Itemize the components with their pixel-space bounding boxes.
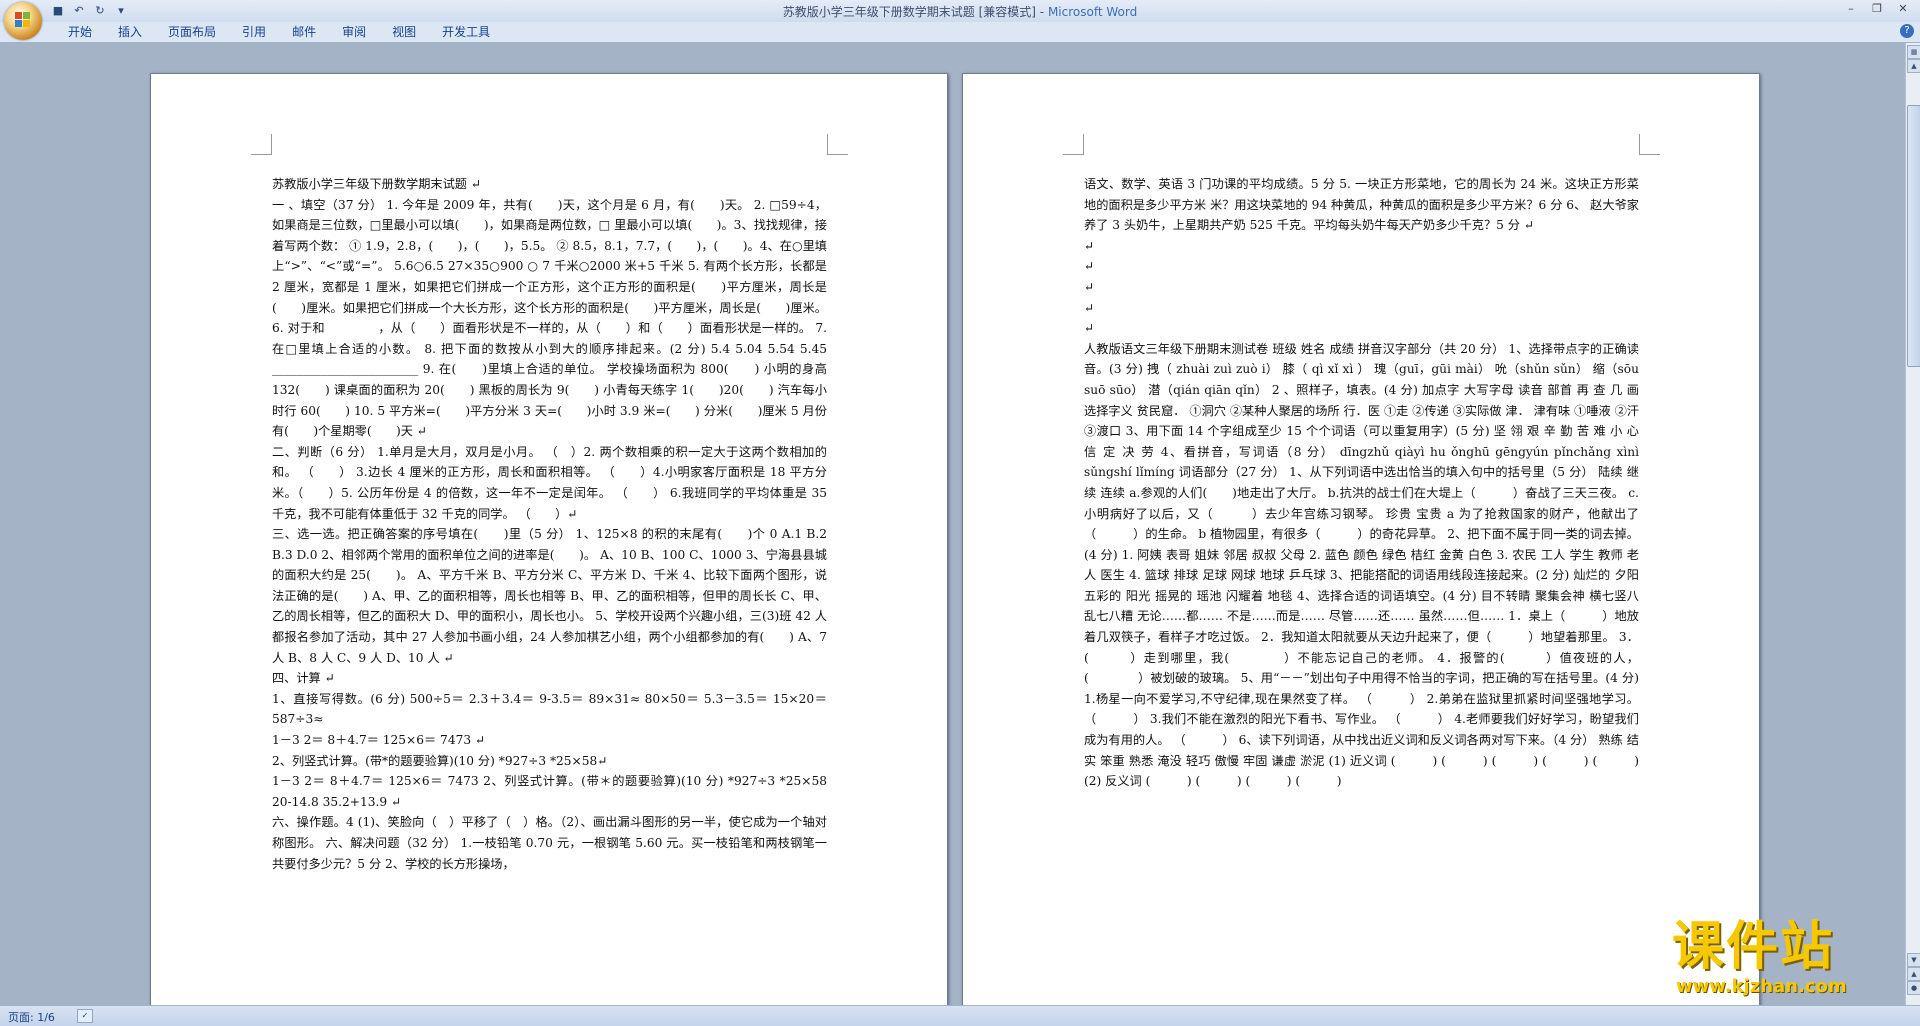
- tab-mailings[interactable]: 邮件: [279, 24, 329, 40]
- office-logo-icon: [15, 12, 31, 28]
- page-1-paragraph: 2、列竖式计算。(带*的题要验算)(10 分) *927÷3 *25×58↵: [272, 753, 608, 768]
- document-workspace: 苏教版小学三年级下册数学期末试题 ↵ 一 、填空（37 分） 1. 今年是 20…: [0, 43, 1906, 1005]
- title-bar: ■ ↶ ↻ ▾ 苏教版小学三年级下册数学期末试题 [兼容模式] - Micros…: [0, 0, 1920, 22]
- margin-corner-mark: [1639, 134, 1660, 155]
- watermark-title: 课件站: [1672, 917, 1835, 977]
- tab-review[interactable]: 审阅: [329, 24, 379, 40]
- help-icon[interactable]: ?: [1900, 24, 1914, 38]
- scroll-up-icon[interactable]: ▲: [1907, 59, 1920, 73]
- site-watermark: 课件站 www.kjzhan.com: [1672, 918, 1917, 1002]
- close-icon[interactable]: ✕: [1890, 0, 1916, 18]
- page-1-paragraph: 1－3 2＝ 8＋4.7＝ 125×6＝ 7473 2、列竖式计算。(带＊的题要…: [272, 774, 827, 809]
- minimize-icon[interactable]: –: [1838, 0, 1864, 18]
- page-2-paragraph: ↵: [1084, 259, 1095, 274]
- tab-view[interactable]: 视图: [379, 24, 429, 40]
- margin-corner-mark: [1063, 134, 1084, 155]
- page-2-paragraph: 语文、数学、英语 3 门功课的平均成绩。5 分 5. 一块正方形菜地，它的周长为…: [1084, 177, 1639, 233]
- tab-developer[interactable]: 开发工具: [429, 24, 503, 40]
- tab-insert[interactable]: 插入: [105, 24, 155, 40]
- page-2-paragraph: ↵: [1084, 300, 1095, 315]
- page-1-paragraph: 苏教版小学三年级下册数学期末试题 ↵: [272, 177, 482, 191]
- margin-corner-mark: [827, 134, 848, 155]
- page-1-paragraph: 1、直接写得数。(6 分) 500÷5＝ 2.3＋3.4＝ 9-3.5＝ 89×…: [272, 691, 827, 727]
- ribbon-tabs: 开始 插入 页面布局 引用 邮件 审阅 视图 开发工具: [55, 24, 503, 40]
- page-2-paragraph: ↵: [1084, 279, 1095, 294]
- proofing-status-icon[interactable]: ✓: [77, 1009, 93, 1023]
- window-title: 苏教版小学三年级下册数学期末试题 [兼容模式] - Microsoft Word: [0, 3, 1920, 20]
- office-button[interactable]: [4, 2, 42, 40]
- app-name: Microsoft Word: [1047, 5, 1138, 19]
- page-1-paragraph: 1－3 2＝ 8＋4.7＝ 125×6＝ 7473 ↵: [272, 733, 486, 748]
- margin-corner-mark: [251, 134, 272, 155]
- page-indicator[interactable]: 页面: 1/6: [8, 1009, 55, 1025]
- page-1-text[interactable]: 苏教版小学三年级下册数学期末试题 ↵ 一 、填空（37 分） 1. 今年是 20…: [272, 174, 827, 874]
- document-page-2: 语文、数学、英语 3 门功课的平均成绩。5 分 5. 一块正方形菜地，它的周长为…: [962, 73, 1760, 1005]
- watermark-url: www.kjzhan.com: [1676, 976, 1847, 997]
- tab-page-layout[interactable]: 页面布局: [155, 24, 229, 40]
- page-1-paragraph: 三、选一选。把正确答案的序号填在( )里（5 分） 1、125×8 的积的末尾有…: [272, 527, 827, 665]
- status-bar: 页面: 1/6 ✓: [0, 1005, 1920, 1026]
- title-separator: -: [1035, 5, 1048, 19]
- ruler-toggle-icon[interactable]: ▦: [1907, 45, 1920, 59]
- ribbon-tab-row: 开始 插入 页面布局 引用 邮件 审阅 视图 开发工具 ?: [0, 22, 1920, 43]
- scrollbar-thumb[interactable]: [1907, 105, 1920, 367]
- restore-icon[interactable]: ❐: [1864, 0, 1890, 18]
- page-2-paragraph: 人教版语文三年级下册期末测试卷 班级 姓名 成绩 拼音汉字部分（共 20 分） …: [1084, 341, 1639, 789]
- page-1-paragraph: 四、计算 ↵: [272, 671, 335, 686]
- page-1-paragraph: 六、操作题。4 (1)、笑脸向（ ）平移了（ ）格。（2）、画出漏斗图形的另一半…: [272, 815, 827, 871]
- page-2-paragraph: ↵: [1084, 238, 1095, 253]
- tab-home[interactable]: 开始: [55, 24, 105, 40]
- page-1-paragraph: 一 、填空（37 分） 1. 今年是 2009 年，共有( )天，这个月是 6 …: [272, 197, 827, 439]
- vertical-scrollbar[interactable]: ▦ ▲ ▼ ▲ ●: [1905, 43, 1920, 1005]
- tab-references[interactable]: 引用: [229, 24, 279, 40]
- page-1-paragraph: 二、判断（6 分） 1.单月是大月，双月是小月。 （ ）2. 两个数相乘的积一定…: [272, 444, 827, 521]
- window-controls: – ❐ ✕: [1838, 0, 1916, 18]
- document-title: 苏教版小学三年级下册数学期末试题 [兼容模式]: [782, 5, 1036, 19]
- document-page-1: 苏教版小学三年级下册数学期末试题 ↵ 一 、填空（37 分） 1. 今年是 20…: [150, 73, 948, 1005]
- page-2-text[interactable]: 语文、数学、英语 3 门功课的平均成绩。5 分 5. 一块正方形菜地，它的周长为…: [1084, 174, 1639, 792]
- page-2-paragraph: ↵: [1084, 321, 1095, 336]
